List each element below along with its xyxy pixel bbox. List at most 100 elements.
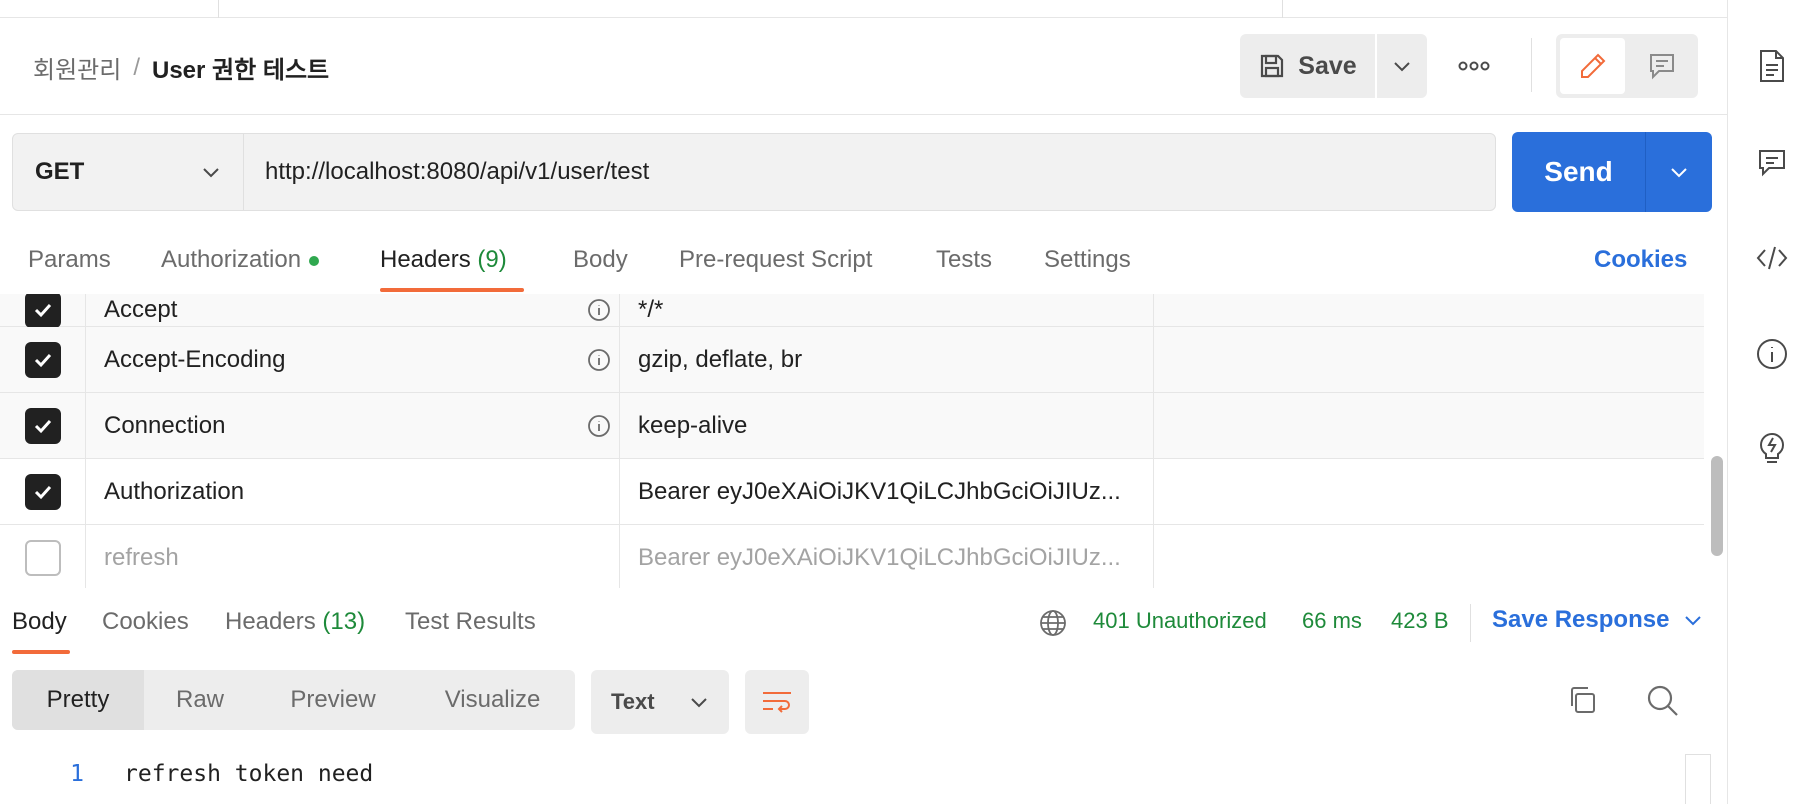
status-code[interactable]: 401 Unauthorized: [1093, 608, 1267, 634]
copy-button[interactable]: [1566, 684, 1598, 721]
response-size[interactable]: 423 B: [1391, 608, 1449, 634]
tab-count: (13): [322, 608, 366, 635]
response-tab-test-results[interactable]: Test Results: [405, 608, 536, 636]
search-button[interactable]: [1646, 684, 1680, 723]
main-area: 회원관리 / User 권한 테스트 Save GET http://local…: [0, 0, 1727, 804]
header-value[interactable]: Bearer eyJ0eXAiOiJKV1QiLCJhbGciOiJIUz...: [620, 525, 1154, 588]
tab-label: Headers: [380, 246, 471, 273]
mode-toggle: [1556, 34, 1698, 98]
breadcrumb-separator: /: [133, 53, 140, 81]
tab-params[interactable]: Params: [28, 246, 111, 274]
format-select-label: Text: [611, 689, 655, 714]
response-tab-body[interactable]: Body: [12, 608, 67, 636]
active-tab-indicator: [12, 650, 70, 654]
header-value-text: Bearer eyJ0eXAiOiJKV1QiLCJhbGciOiJIUz...: [638, 543, 1121, 571]
tab-label: Body: [12, 608, 67, 635]
save-button[interactable]: Save: [1240, 34, 1375, 98]
headers-table: Accept */* Accept-Encoding gzip, deflate…: [0, 294, 1704, 588]
checkmark-icon: [34, 419, 51, 433]
header-value[interactable]: keep-alive: [620, 393, 1154, 458]
header-key-text: refresh: [104, 543, 179, 571]
header-key[interactable]: Accept: [86, 294, 620, 326]
tab-tests[interactable]: Tests: [936, 246, 992, 274]
header-enabled-checkbox[interactable]: [24, 407, 61, 444]
header-checkbox-cell: [0, 393, 86, 458]
view-visualize-button[interactable]: Visualize: [410, 670, 575, 730]
format-select[interactable]: Text: [591, 670, 729, 734]
wrap-lines-button[interactable]: [745, 670, 809, 734]
right-sidebar: [1727, 0, 1814, 804]
tab-label: Settings: [1044, 246, 1131, 273]
checkmark-icon: [34, 485, 51, 499]
header-enabled-checkbox[interactable]: [24, 473, 61, 510]
breadcrumb-parent[interactable]: 회원관리: [33, 50, 121, 85]
tab-authorization[interactable]: Authorization: [161, 246, 320, 274]
info-icon: [588, 348, 610, 371]
view-pretty-button[interactable]: Pretty: [12, 670, 144, 730]
response-time[interactable]: 66 ms: [1302, 608, 1362, 634]
tab-divider: [218, 0, 219, 18]
header-value[interactable]: */*: [620, 294, 1154, 326]
header-key[interactable]: Accept-Encoding: [86, 327, 620, 392]
comment-icon: [1649, 54, 1674, 80]
header-description[interactable]: [1154, 294, 1704, 326]
header-value[interactable]: gzip, deflate, br: [620, 327, 1154, 392]
tab-pre-request-script[interactable]: Pre-request Script: [679, 246, 872, 274]
comment-mode-button[interactable]: [1629, 38, 1694, 94]
header-description[interactable]: [1154, 393, 1704, 458]
header-checkbox-cell: [0, 327, 86, 392]
header-key[interactable]: Authorization: [86, 459, 620, 524]
response-tab-headers[interactable]: Headers (13): [225, 608, 365, 636]
chevron-down-icon: [1685, 616, 1702, 626]
header-key-text: Accept-Encoding: [104, 345, 286, 373]
edit-mode-button[interactable]: [1560, 38, 1625, 94]
globe-icon[interactable]: [1038, 608, 1068, 638]
method-select[interactable]: GET: [13, 134, 244, 210]
save-options-button[interactable]: [1377, 34, 1427, 98]
response-tab-cookies[interactable]: Cookies: [102, 608, 189, 636]
header-value-text: gzip, deflate, br: [638, 345, 803, 373]
chevron-down-icon: [1394, 62, 1410, 72]
view-raw-button[interactable]: Raw: [144, 670, 256, 730]
tab-body[interactable]: Body: [573, 246, 628, 274]
header-description[interactable]: [1154, 327, 1704, 392]
request-header: 회원관리 / User 권한 테스트 Save: [0, 18, 1727, 115]
more-options-button[interactable]: [1448, 50, 1500, 82]
header-enabled-checkbox[interactable]: [24, 539, 61, 576]
header-key[interactable]: Connection: [86, 393, 620, 458]
chevron-down-icon: [1671, 168, 1687, 178]
headers-scrollbar-thumb[interactable]: [1711, 456, 1723, 556]
header-key[interactable]: refresh: [86, 525, 620, 588]
header-value[interactable]: Bearer eyJ0eXAiOiJKV1QiLCJhbGciOiJIUz...: [620, 459, 1154, 524]
response-tabs: Body Cookies Headers (13) Test Results 4…: [0, 590, 1727, 654]
header-enabled-checkbox[interactable]: [24, 294, 61, 328]
tab-settings[interactable]: Settings: [1044, 246, 1131, 274]
comments-button[interactable]: [1728, 140, 1814, 184]
request-info-button[interactable]: [1728, 332, 1814, 376]
documentation-button[interactable]: [1728, 44, 1814, 88]
suggestions-button[interactable]: [1728, 426, 1814, 470]
url-input[interactable]: http://localhost:8080/api/v1/user/test: [244, 134, 1495, 210]
lightbulb-icon: [1759, 433, 1784, 463]
send-button[interactable]: Send: [1512, 132, 1646, 212]
info-icon: [588, 414, 610, 437]
send-options-button[interactable]: [1646, 132, 1712, 212]
code-snippet-button[interactable]: [1728, 236, 1814, 280]
tab-label: Authorization: [161, 246, 302, 273]
header-description[interactable]: [1154, 459, 1704, 524]
header-key-text: Authorization: [104, 477, 245, 505]
header-value-text: keep-alive: [638, 411, 748, 439]
response-body-line[interactable]: 1 refresh token need: [0, 756, 1700, 792]
header-row: Accept-Encoding gzip, deflate, br: [0, 327, 1704, 393]
save-response-button[interactable]: Save Response: [1492, 606, 1703, 634]
code-icon: [1756, 246, 1787, 270]
editor-minimap-edge: [1685, 754, 1711, 804]
info-icon: [588, 298, 610, 321]
header-description[interactable]: [1154, 525, 1704, 588]
cookies-link[interactable]: Cookies: [1594, 246, 1687, 274]
tab-strip: [0, 0, 1727, 18]
header-enabled-checkbox[interactable]: [24, 341, 61, 378]
request-title[interactable]: User 권한 테스트: [152, 50, 329, 85]
view-preview-button[interactable]: Preview: [256, 670, 410, 730]
tab-headers[interactable]: Headers (9): [380, 246, 507, 274]
